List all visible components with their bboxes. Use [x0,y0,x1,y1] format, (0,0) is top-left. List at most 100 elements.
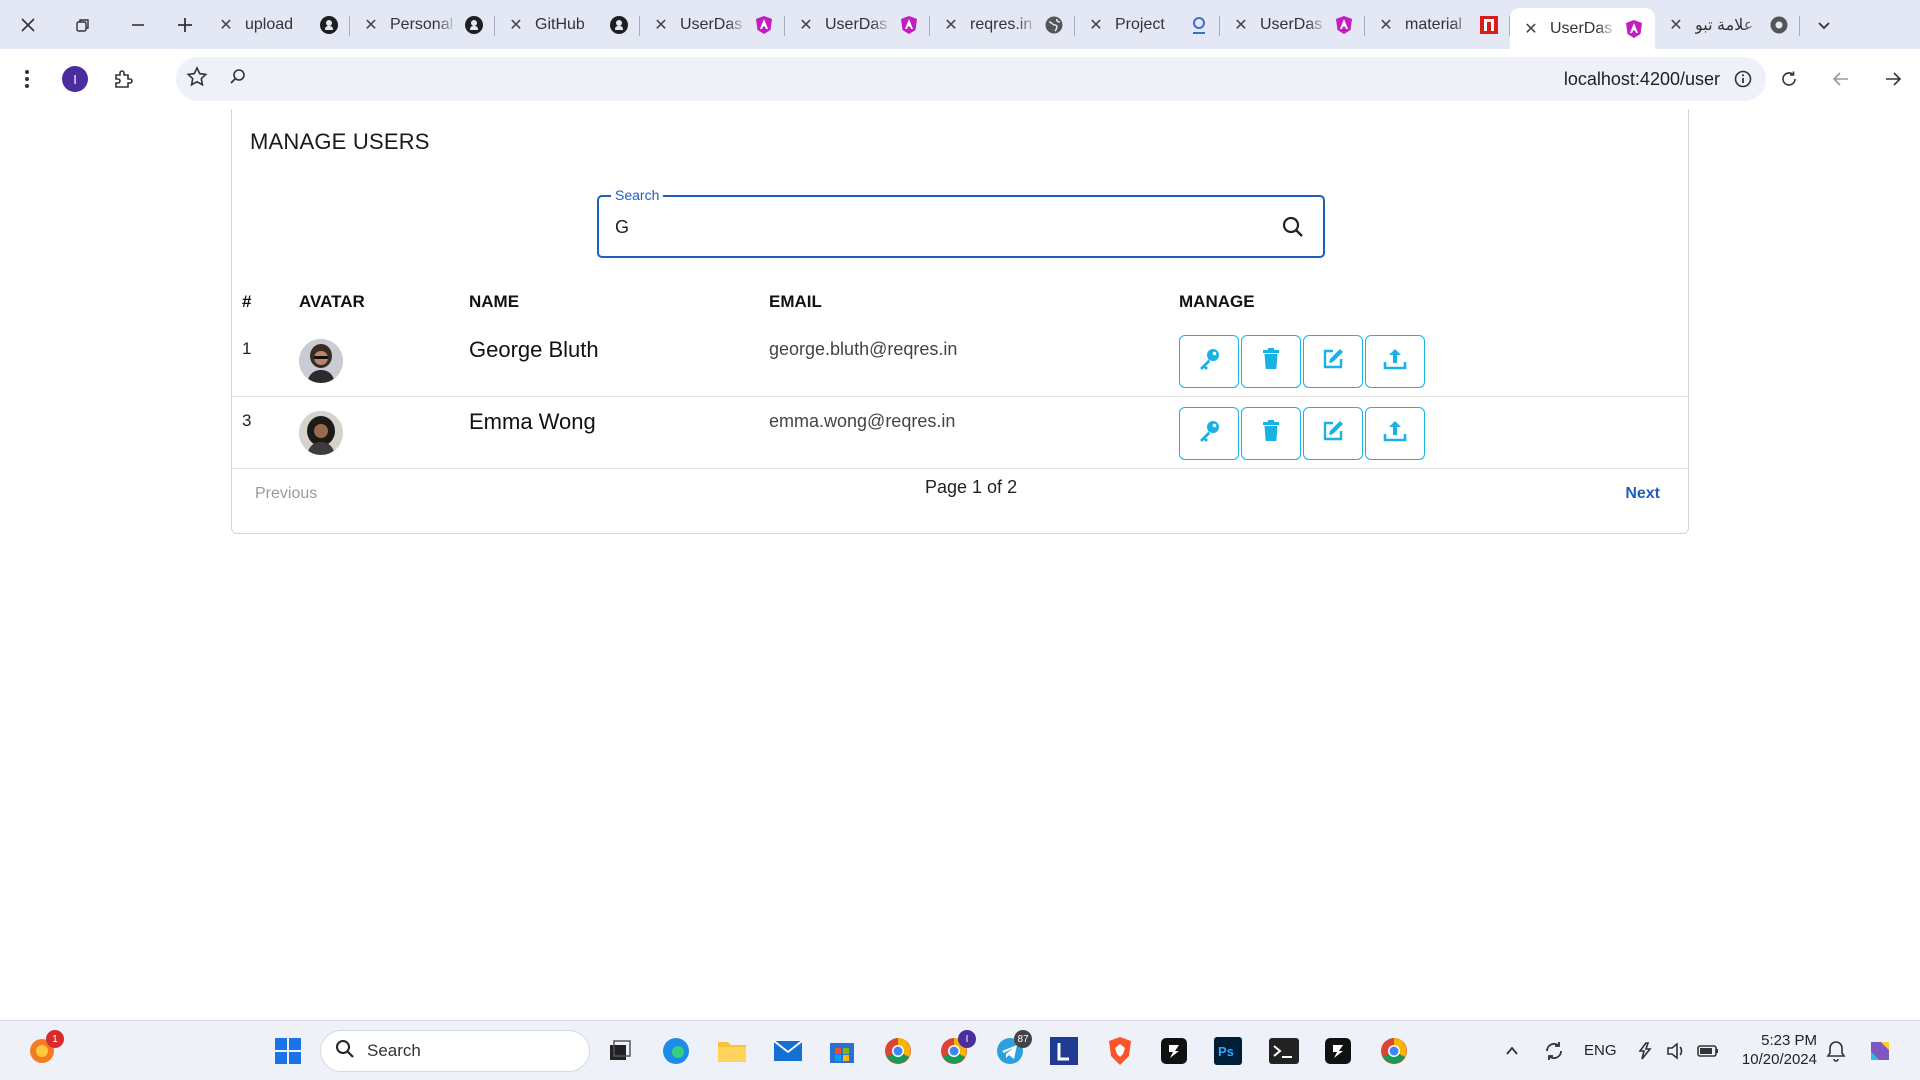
browser-tab[interactable]: ✕ material [1365,0,1510,49]
tab-title: reqres.in [970,15,1033,33]
tab-title: Personal [390,15,454,33]
volume-icon[interactable] [1658,1033,1694,1069]
tab-close-icon[interactable]: ✕ [1085,15,1107,35]
zoom-search-icon[interactable] [228,67,248,92]
app-icon[interactable] [1156,1033,1192,1069]
extensions-puzzle-icon[interactable] [102,58,144,100]
tab-title: upload [245,15,294,33]
store-icon[interactable] [824,1033,860,1069]
chrome-dev-icon[interactable] [1376,1033,1412,1069]
manage-buttons [1179,335,1425,388]
brave-icon[interactable] [1102,1033,1138,1069]
reset-password-button[interactable] [1179,407,1239,460]
new-tab-button[interactable] [165,0,205,49]
system-clock[interactable]: 5:23 PM 10/20/2024 [1742,1031,1817,1069]
copilot-icon[interactable] [1862,1033,1898,1069]
edge-icon[interactable] [658,1033,694,1069]
chrome-icon[interactable] [880,1033,916,1069]
start-windows-icon[interactable] [270,1033,306,1069]
avatar [299,411,343,455]
previous-page-button[interactable]: Previous [255,485,317,503]
search-field[interactable]: Search [597,187,1325,258]
github-icon [318,14,340,36]
browser-tab[interactable]: ✕ Personal [350,0,495,49]
browser-tab-active[interactable]: ✕ UserDas [1510,8,1655,49]
search-input[interactable] [615,213,1255,241]
language-indicator[interactable]: ENG [1584,1042,1617,1059]
upload-button[interactable] [1365,335,1425,388]
tab-close-icon[interactable]: ✕ [1230,15,1252,35]
site-info-icon[interactable] [1728,64,1758,94]
menu-kebab-icon[interactable] [6,58,48,100]
browser-tab[interactable]: ✕ UserDas [785,0,930,49]
clock-time: 5:23 PM [1761,1032,1817,1049]
url-text[interactable]: localhost:4200/user [1564,69,1720,90]
taskbar-search-box[interactable]: Search [320,1030,590,1072]
browser-toolbar: I localhost:4200/user [0,49,1920,109]
photoshop-icon[interactable]: Ps [1210,1033,1246,1069]
bookmark-star-icon[interactable] [186,65,208,93]
page-title: MANAGE USERS [250,129,430,154]
github-icon [463,14,485,36]
column-header-avatar: AVATAR [299,292,365,311]
tab-close-icon[interactable]: ✕ [795,15,817,35]
profile-avatar[interactable]: I [54,58,96,100]
tab-close-icon[interactable]: ✕ [1665,15,1687,35]
forward-arrow-icon[interactable] [1872,58,1914,100]
close-window-icon[interactable] [0,0,55,49]
search-icon[interactable] [1281,215,1305,239]
app-icon[interactable] [1320,1033,1356,1069]
sync-icon[interactable] [1536,1033,1572,1069]
edit-user-button[interactable] [1303,407,1363,460]
material-icon [1478,14,1500,36]
profile-badge: I [958,1030,976,1048]
address-bar[interactable]: localhost:4200/user [176,57,1766,101]
tab-close-icon[interactable]: ✕ [650,15,672,35]
chevron-up-icon[interactable] [1494,1033,1530,1069]
chrome-icon [1768,14,1790,36]
browser-tab[interactable]: ✕ upload [205,0,350,49]
restore-window-icon[interactable] [55,0,110,49]
chrome-profile-icon[interactable]: I [936,1030,976,1069]
svg-text:Ps: Ps [1218,1044,1234,1059]
notifications-bell-icon[interactable] [1818,1033,1854,1069]
reload-icon[interactable] [1768,58,1810,100]
browser-tab[interactable]: ✕ reqres.in [930,0,1075,49]
tab-close-icon[interactable]: ✕ [1375,15,1397,35]
telegram-icon[interactable]: 87 [992,1030,1032,1069]
clock-date: 10/20/2024 [1741,1051,1817,1068]
battery-icon[interactable] [1690,1033,1726,1069]
firefox-icon[interactable]: 1 [24,1030,64,1069]
search-icon [335,1039,355,1064]
globe-icon [1043,14,1065,36]
browser-tab[interactable]: ✕ علامة تبو [1655,0,1800,49]
tab-close-icon[interactable]: ✕ [940,15,962,35]
tab-close-icon[interactable]: ✕ [1520,19,1542,39]
browser-tab[interactable]: ✕ UserDas [640,0,785,49]
edit-user-button[interactable] [1303,335,1363,388]
upload-button[interactable] [1365,407,1425,460]
browser-tab[interactable]: ✕ Project [1075,0,1220,49]
delete-user-button[interactable] [1241,407,1301,460]
tab-search-chevron-down-icon[interactable] [1800,0,1848,49]
l-app-icon[interactable] [1046,1033,1082,1069]
browser-tab[interactable]: ✕ UserDas [1220,0,1365,49]
browser-tab[interactable]: ✕ GitHub [495,0,640,49]
tab-close-icon[interactable]: ✕ [360,15,382,35]
minimize-window-icon[interactable] [110,0,165,49]
task-view-icon[interactable] [602,1033,638,1069]
mail-icon[interactable] [770,1033,806,1069]
file-explorer-icon[interactable] [714,1033,750,1069]
key-icon [1196,418,1222,449]
upload-icon [1382,346,1408,377]
angular-icon [898,14,920,36]
profile-initial: I [62,66,88,92]
tab-close-icon[interactable]: ✕ [505,15,527,35]
next-page-button[interactable]: Next [1625,485,1660,503]
tab-close-icon[interactable]: ✕ [215,15,237,35]
terminal-icon[interactable] [1266,1033,1302,1069]
delete-user-button[interactable] [1241,335,1301,388]
back-arrow-icon[interactable] [1820,58,1862,100]
edit-icon [1320,346,1346,377]
reset-password-button[interactable] [1179,335,1239,388]
